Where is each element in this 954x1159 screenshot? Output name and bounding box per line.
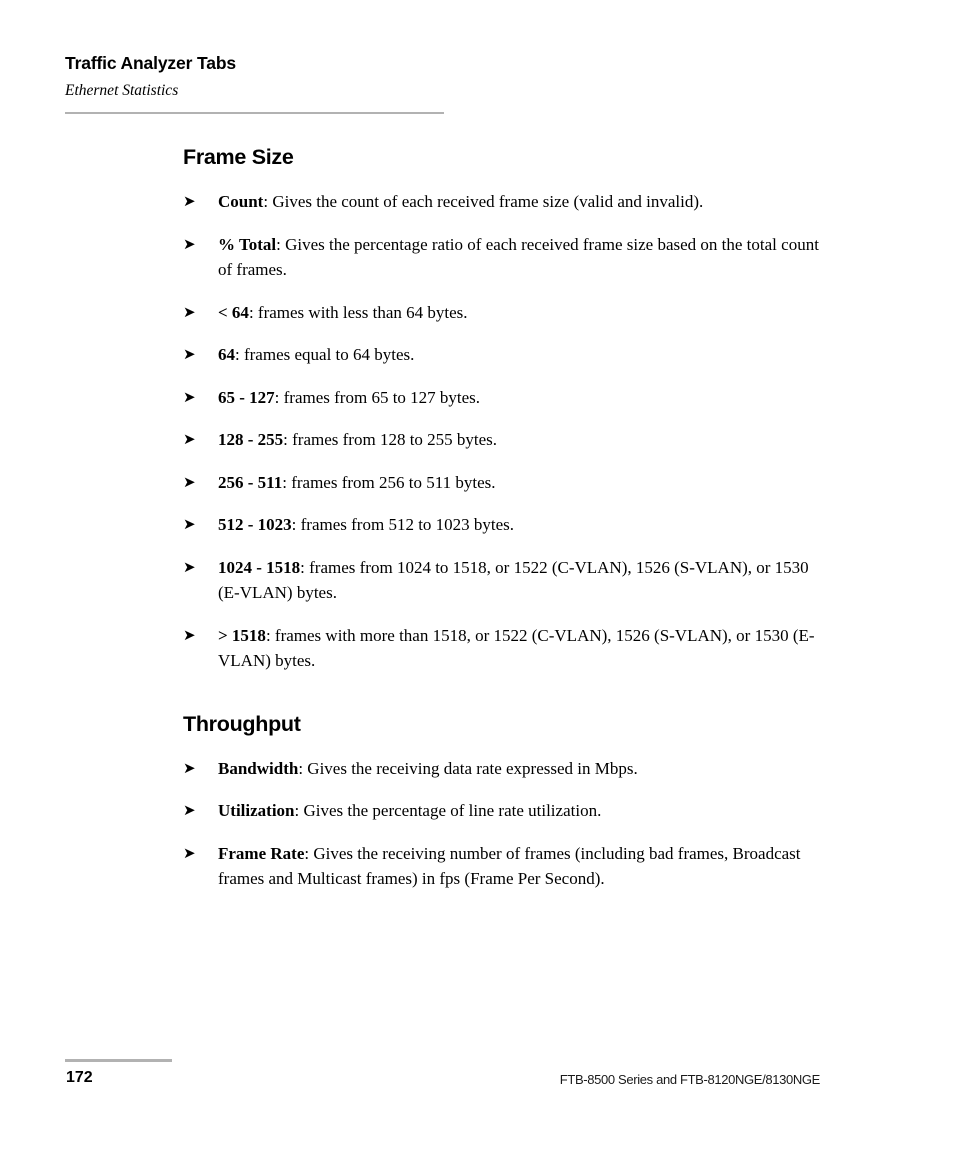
term-description: : frames with more than 1518, or 1522 (C…	[218, 625, 815, 671]
term-description: : frames from 65 to 127 bytes.	[274, 387, 481, 407]
running-header-title: Traffic Analyzer Tabs	[65, 53, 236, 73]
term-label: Count	[218, 192, 264, 211]
arrow-bullet-icon: ➤	[183, 387, 196, 406]
section-heading-throughput: Throughput	[183, 711, 301, 736]
list-item: ➤ Utilization: Gives the percentage of l…	[183, 798, 823, 824]
arrow-bullet-icon: ➤	[183, 430, 196, 448]
term-label: 64	[218, 345, 235, 364]
running-header: Traffic Analyzer Tabs Ethernet Statistic…	[65, 52, 465, 101]
arrow-bullet-icon: ➤	[183, 472, 196, 491]
list-item: ➤ 64: frames equal to 64 bytes.	[183, 342, 823, 368]
arrow-bullet-icon: ➤	[183, 625, 196, 644]
section-heading-frame-size: Frame Size	[183, 145, 294, 169]
term-label: Bandwidth	[218, 758, 299, 778]
term-label: > 1518	[218, 625, 266, 645]
list-item: ➤ Bandwidth: Gives the receiving data ra…	[183, 756, 823, 782]
arrow-bullet-icon: ➤	[183, 345, 196, 363]
term-label: 1024 - 1518	[218, 557, 301, 577]
list-item: ➤ < 64: frames with less than 64 bytes.	[183, 300, 823, 326]
term-description: : frames equal to 64 bytes.	[235, 345, 415, 364]
list-item: ➤ 128 - 255: frames from 128 to 255 byte…	[183, 427, 823, 453]
term-label: % Total	[218, 234, 277, 254]
term-label: Frame Rate	[218, 843, 305, 863]
definition-list-throughput: ➤ Bandwidth: Gives the receiving data ra…	[183, 756, 823, 892]
arrow-bullet-icon: ➤	[183, 758, 196, 777]
definition-list-frame-size: ➤ Count: Gives the count of each receive…	[183, 189, 823, 674]
arrow-bullet-icon: ➤	[183, 843, 196, 862]
term-description: : Gives the percentage ratio of each rec…	[218, 234, 819, 280]
arrow-bullet-icon: ➤	[183, 801, 196, 819]
term-label: 65 - 127	[218, 387, 275, 407]
header-divider	[65, 112, 444, 114]
footer-divider	[65, 1059, 172, 1062]
term-description: : Gives the percentage of line rate util…	[294, 801, 602, 820]
list-item: ➤ Count: Gives the count of each receive…	[183, 189, 823, 215]
term-description: : frames from 512 to 1023 bytes.	[291, 515, 515, 534]
page-number: 172	[66, 1069, 93, 1086]
list-item: ➤ 65 - 127: frames from 65 to 127 bytes.	[183, 385, 823, 411]
footer-product-line: FTB-8500 Series and FTB-8120NGE/8130NGE	[559, 1072, 821, 1087]
term-label: 512 - 1023	[218, 515, 292, 534]
term-label: < 64	[218, 302, 249, 322]
term-label: Utilization	[218, 801, 295, 820]
document-page: Traffic Analyzer Tabs Ethernet Statistic…	[0, 0, 954, 1159]
list-item: ➤ 256 - 511: frames from 256 to 511 byte…	[183, 470, 823, 496]
list-item: ➤ 512 - 1023: frames from 512 to 1023 by…	[183, 512, 823, 538]
running-header-subtitle: Ethernet Statistics	[65, 82, 179, 99]
list-item: ➤ > 1518: frames with more than 1518, or…	[183, 623, 823, 674]
arrow-bullet-icon: ➤	[183, 192, 196, 210]
list-item: ➤ Frame Rate: Gives the receiving number…	[183, 841, 823, 892]
term-description: : Gives the receiving number of frames (…	[218, 843, 801, 889]
content-column: Frame Size ➤ Count: Gives the count of e…	[183, 144, 823, 892]
arrow-bullet-icon: ➤	[183, 515, 196, 533]
term-label: 256 - 511	[218, 472, 283, 492]
term-description: : frames from 256 to 511 bytes.	[282, 472, 496, 492]
arrow-bullet-icon: ➤	[183, 302, 196, 321]
term-description: : frames from 1024 to 1518, or 1522 (C-V…	[218, 557, 809, 603]
arrow-bullet-icon: ➤	[183, 234, 196, 253]
term-description: : Gives the count of each received frame…	[263, 192, 704, 211]
term-description: : Gives the receiving data rate expresse…	[298, 758, 638, 778]
list-item: ➤ % Total: Gives the percentage ratio of…	[183, 232, 823, 283]
term-description: : frames with less than 64 bytes.	[248, 302, 468, 322]
term-description: : frames from 128 to 255 bytes.	[283, 430, 498, 449]
arrow-bullet-icon: ➤	[183, 557, 196, 576]
list-item: ➤ 1024 - 1518: frames from 1024 to 1518,…	[183, 555, 823, 606]
term-label: 128 - 255	[218, 430, 284, 449]
